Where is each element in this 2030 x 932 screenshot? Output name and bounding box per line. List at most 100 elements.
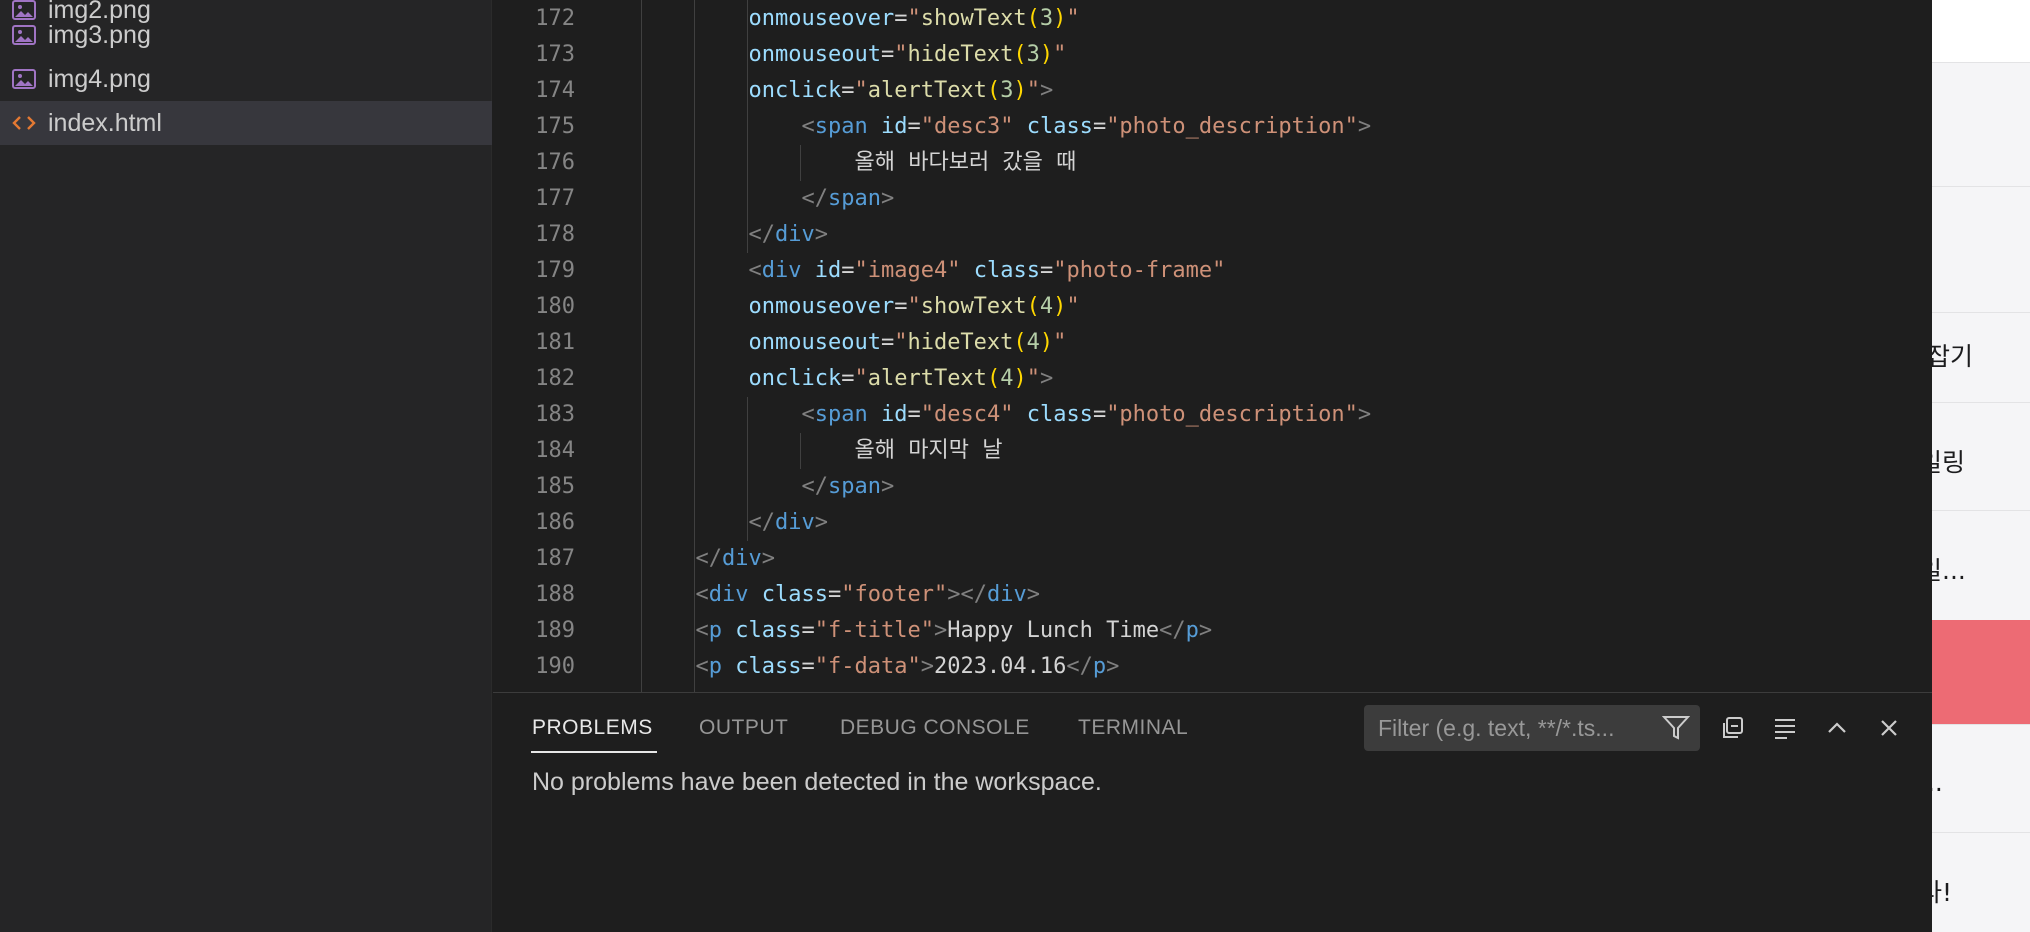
code-line[interactable]: onmouseout="hideText(3)" <box>749 37 1067 73</box>
code-line[interactable]: <span id="desc4" class="photo_descriptio… <box>802 397 1372 433</box>
code-token: = <box>841 78 855 103</box>
filter-icon[interactable] <box>1661 715 1691 746</box>
code-token: ( <box>1026 6 1040 31</box>
tab-debug-console[interactable]: DEBUG CONSOLE <box>840 716 1030 740</box>
code-line[interactable]: </div> <box>749 505 829 541</box>
code-token: class <box>735 618 802 643</box>
code-token: span <box>814 114 868 139</box>
code-line[interactable]: <p class="f-data">2023.04.16</p> <box>696 649 1120 685</box>
filter-input[interactable]: Filter (e.g. text, **/*.ts... <box>1364 705 1700 751</box>
code-token: "desc4" <box>920 402 1014 427</box>
code-token: div <box>761 258 802 283</box>
code-token: " <box>894 330 908 355</box>
code-token: < <box>801 402 815 427</box>
code-line[interactable]: <div id="image4" class="photo-frame" <box>749 253 1226 289</box>
explorer-sidebar: img2.png img3.png img4.png index.html <box>0 0 492 932</box>
code-token: ) <box>1013 78 1027 103</box>
file-item-img4[interactable]: img4.png <box>0 57 492 101</box>
image-icon <box>12 24 36 46</box>
code-token: onmouseout <box>748 330 881 355</box>
code-token: > <box>920 654 934 679</box>
html-file-icon <box>12 112 36 134</box>
code-token: = <box>827 582 842 607</box>
list-item: 타일링 <box>1932 402 2030 510</box>
code-token: < <box>695 618 709 643</box>
code-token: "f-title" <box>814 618 934 643</box>
code-token: > <box>1039 366 1054 391</box>
close-panel-icon[interactable] <box>1871 710 1907 746</box>
code-token: > <box>1198 618 1213 643</box>
code-token: 4 <box>1000 366 1014 391</box>
word-wrap-icon[interactable] <box>1767 710 1803 746</box>
code-token: 4 <box>1039 294 1054 319</box>
code-token: class <box>761 582 828 607</box>
background-app-window: 도 잡기 타일링 타일... 알... 니다! <box>1932 0 2030 932</box>
code-line[interactable]: 올해 바다보러 갔을 때 <box>855 145 1077 181</box>
background-app-header <box>1932 0 2030 62</box>
code-line[interactable]: onclick="alertText(4)"> <box>749 361 1054 397</box>
code-token: ( <box>1013 330 1027 355</box>
code-token: </ <box>1066 654 1093 679</box>
code-token: < <box>801 114 815 139</box>
tab-terminal[interactable]: TERMINAL <box>1078 716 1188 740</box>
code-line[interactable]: </span> <box>802 469 895 505</box>
code-line[interactable]: </div> <box>696 541 776 577</box>
indent-guide <box>799 433 801 469</box>
list-item <box>1932 186 2030 312</box>
file-item-img3[interactable]: img3.png <box>0 13 492 57</box>
code-line[interactable]: <div class="footer"></div> <box>696 577 1040 613</box>
code-line[interactable]: onmouseout="hideText(4)" <box>749 325 1067 361</box>
code-token: p <box>708 618 722 643</box>
maximize-panel-icon[interactable] <box>1819 710 1855 746</box>
indent-guide <box>799 145 801 181</box>
code-token: > <box>814 222 828 247</box>
tab-output[interactable]: OUTPUT <box>699 716 788 740</box>
code-token: "footer" <box>841 582 948 607</box>
code-token: span <box>828 474 881 499</box>
code-line[interactable]: 올해 마지막 날 <box>855 433 1003 469</box>
code-line[interactable]: onmouseover="showText(4)" <box>749 289 1080 325</box>
list-item <box>1932 62 2030 186</box>
code-area[interactable]: onmouseover="showText(3)" onmouseout="hid… <box>493 0 1733 692</box>
code-token: span <box>814 402 868 427</box>
code-token: onclick <box>748 78 842 103</box>
code-line[interactable]: </span> <box>802 181 895 217</box>
file-name: index.html <box>48 108 162 137</box>
code-editor[interactable]: 172 173 174 175 176 177 178 179 180 181 182 183 184 1… <box>493 0 1932 692</box>
code-token: > <box>1026 582 1040 607</box>
code-token: </ <box>801 474 829 499</box>
code-token: onmouseover <box>748 6 895 31</box>
code-token: alertText <box>867 366 987 391</box>
code-token: " <box>1053 42 1067 67</box>
list-item-label: 니다! <box>1932 878 1953 907</box>
code-token: 올해 마지막 날 <box>854 438 1003 463</box>
list-item-label: 알... <box>1932 768 1943 797</box>
code-token: " <box>854 78 868 103</box>
indent-guide <box>746 397 748 541</box>
code-token: ) <box>1039 330 1054 355</box>
code-token: class <box>1026 402 1093 427</box>
code-token: = <box>1092 402 1107 427</box>
code-token: "photo_description" <box>1106 402 1358 427</box>
code-token: div <box>986 582 1027 607</box>
code-line[interactable]: </div> <box>749 217 829 253</box>
code-line[interactable]: onclick="alertText(3)"> <box>749 73 1054 109</box>
code-token: "photo-frame" <box>1053 258 1226 283</box>
file-item-index-html[interactable]: index.html <box>0 101 492 145</box>
code-token: hideText <box>907 42 1014 67</box>
code-line[interactable]: <p class="f-title">Happy Lunch Time</p> <box>696 613 1213 649</box>
code-token: </ <box>748 222 776 247</box>
code-token: " <box>1026 78 1040 103</box>
active-tab-indicator <box>531 751 657 753</box>
list-item-label: 타일링 <box>1932 448 1966 477</box>
code-token: < <box>695 582 709 607</box>
code-line[interactable]: onmouseover="showText(3)" <box>749 1 1080 37</box>
code-token: = <box>907 402 921 427</box>
collapse-all-icon[interactable] <box>1715 710 1751 746</box>
code-line[interactable]: <span id="desc3" class="photo_descriptio… <box>802 109 1372 145</box>
code-token: id <box>814 258 842 283</box>
tab-problems[interactable]: PROBLEMS <box>532 716 653 740</box>
code-token: "f-data" <box>814 654 921 679</box>
